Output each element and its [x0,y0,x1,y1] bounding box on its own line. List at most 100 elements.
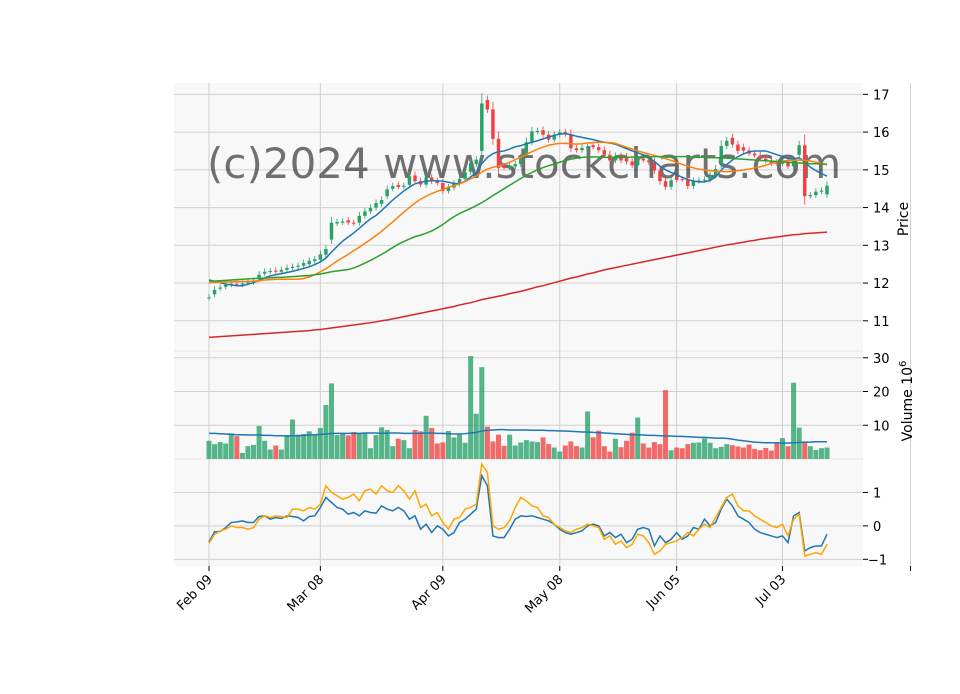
volume-bar [746,444,752,459]
volume-tick-label: 20 [873,386,890,401]
candle-body [725,140,729,147]
stock-chart-svg: (c)2024 www.stockcharts.com 11 12 13 14 15 16… [174,83,916,616]
volume-bar [340,433,346,459]
candle-body [580,147,584,151]
candle-body [574,148,579,151]
price-tick-label: 14 [873,202,890,217]
candle-body [368,207,373,212]
candle-body [396,184,401,187]
volume-bar [251,444,257,459]
volume-bar [239,452,245,459]
candle-body [680,179,684,181]
candle-body [736,144,740,151]
volume-bar [379,427,385,459]
volume-bar [312,435,318,459]
candle-body [741,147,746,151]
candle-body [669,180,673,187]
candle-body [591,145,595,148]
candle-body [491,109,495,139]
volume-bar [729,445,735,459]
volume-bar [228,433,234,459]
volume-bar [295,434,301,459]
volume-bar [490,441,496,459]
volume-bar [590,437,596,459]
volume-bar [512,445,518,459]
volume-bar [546,444,552,459]
oscillator-tick-label: −1 [868,553,887,568]
candle-body [307,260,311,265]
volume-bar [395,438,401,459]
volume-bar [802,441,808,459]
candle-body [814,191,818,196]
candle-body [329,222,334,240]
volume-bar [457,434,463,459]
volume-bar [473,413,479,459]
candle-body [758,155,762,159]
volume-bar [479,367,485,459]
volume-bar [284,435,290,459]
price-tick-label: 13 [873,239,890,254]
volume-bar [290,419,296,459]
volume-bar [724,444,730,459]
price-tick-label: 15 [873,164,890,179]
volume-bar [362,432,368,459]
volume-bar [401,440,407,459]
stock-chart: (c)2024 www.stockcharts.com 11 12 13 14 15 16… [0,0,960,690]
volume-bar [562,445,568,459]
candle-body [602,150,607,155]
candle-body [402,185,406,187]
candle-body [502,166,506,168]
volume-bar [596,430,602,459]
candle-body [474,159,478,165]
candle-body [808,195,813,197]
volume-bar [807,446,813,459]
volume-bar [434,443,440,459]
volume-bar [685,444,691,459]
candle-body [218,287,222,289]
volume-bar [690,442,696,459]
candle-body [647,160,651,163]
candle-body [496,138,501,168]
volume-bar [234,436,240,459]
volume-bar [317,427,323,459]
volume-bar [646,447,652,459]
volume-bar [651,442,657,459]
candle-body [569,134,573,149]
x-tick-label: Mar 08 [285,572,328,615]
candle-body [825,185,829,195]
x-tick-label: Jul 03 [752,572,789,609]
candle-body [468,163,473,172]
volume-bar [674,447,680,459]
volume-bar [763,447,769,459]
volume-tick-label: 10 [873,419,890,434]
volume-bar [629,432,635,459]
x-tick-label: Apr 09 [409,572,450,613]
volume-bar [702,438,708,459]
candle-body [262,271,267,274]
candle-body [480,103,484,151]
volume-bar [551,447,557,459]
candle-body [513,164,517,167]
candle-body [702,179,707,181]
candle-body [346,220,350,223]
candle-body [296,265,300,267]
volume-bar [534,442,540,459]
volume-bar [301,434,307,459]
candle-body [635,158,640,166]
volume-bar [774,442,780,459]
volume-bar [323,405,329,459]
volume-bar [679,448,685,459]
candle-body [268,270,272,272]
volume-bar [445,430,451,459]
volume-bar [351,432,357,459]
candle-body [585,147,590,149]
x-tick-label: May 08 [522,572,566,616]
volume-bar [568,441,574,459]
volume-bar [607,451,613,459]
volume-bar [390,446,396,459]
volume-bar [523,440,529,459]
volume-bar [529,441,535,459]
volume-bar [540,437,546,459]
candle-body [519,157,523,165]
candle-body [463,172,467,179]
